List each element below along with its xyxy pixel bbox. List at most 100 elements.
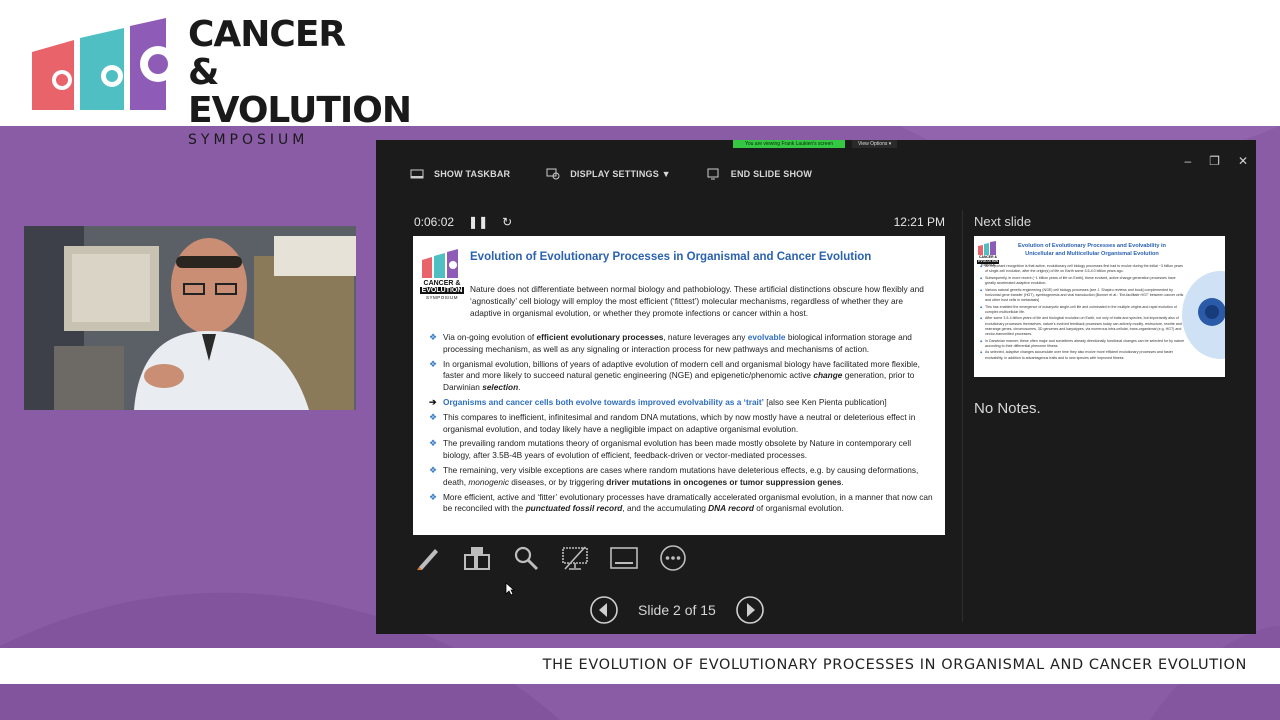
next-slide-label: Next slide: [974, 214, 1032, 229]
elapsed-timer: 0:06:02: [414, 215, 455, 229]
end-slide-show-button[interactable]: END SLIDE SHOW: [707, 168, 812, 180]
chevron-left-icon: [590, 596, 618, 624]
screen-slash-icon: [562, 546, 588, 570]
slide-bullets: ❖ Via on-going evolution of efficient evo…: [429, 332, 937, 518]
symposium-logo-icon: [32, 18, 176, 110]
bullet-text: [also see Ken Pienta publication]: [763, 396, 887, 407]
bullet-diamond-icon: ❖: [429, 332, 438, 342]
bullet-diamond-icon: ❖: [429, 438, 438, 449]
display-settings-icon: [546, 168, 560, 180]
bullet-text: , nature leverages any: [663, 332, 748, 342]
bullet-text: of organismal evolution.: [753, 503, 844, 514]
next-slide-title: Evolution of Evolutionary Processes and …: [1018, 243, 1166, 257]
minimize-icon[interactable]: –: [1184, 154, 1191, 168]
restart-timer-icon[interactable]: ↻: [502, 215, 512, 229]
speaker-webcam: [24, 226, 356, 410]
next-slide-bullet: An important recognition is that active,…: [980, 264, 1185, 274]
bullet-text: .: [841, 476, 844, 487]
chevron-right-icon: [736, 596, 764, 624]
next-slide-bullet: This has enabled the emergence of eukary…: [980, 305, 1185, 315]
timer-row: 0:06:02 ❚❚ ↻: [414, 215, 512, 229]
more-options-button[interactable]: [659, 544, 687, 572]
next-slide-preview[interactable]: CANCER & EVOLUTION SYMPOSIUM Evolution o…: [974, 236, 1225, 377]
slide-bullet-key-point: ➔ Organisms and cancer cells both evolve …: [429, 397, 937, 409]
end-show-icon: [707, 168, 719, 180]
logo-line-2: EVOLUTION: [188, 90, 412, 131]
next-slide-bullet: After some 3.5-4 billion years of life a…: [980, 316, 1185, 337]
cell-illustration-icon: [1182, 271, 1225, 359]
logo-line-1: CANCER &: [188, 14, 346, 93]
talk-title: THE EVOLUTION OF EVOLUTIONARY PROCESSES …: [542, 657, 1247, 673]
mouse-cursor-icon: [505, 582, 515, 596]
black-screen-button[interactable]: [561, 544, 589, 572]
bullet-diamond-icon: ❖: [429, 464, 438, 475]
next-slide-bullets: An important recognition is that active,…: [980, 264, 1185, 362]
next-slide-button[interactable]: [732, 596, 768, 624]
bullet-text-emphasis: DNA record: [708, 503, 754, 514]
slide-logo-wordmark: CANCER & EVOLUTION SYMPOSIUM: [420, 280, 464, 301]
slide-tools: [414, 544, 687, 572]
arrow-right-icon: ➔: [429, 396, 437, 407]
pause-timer-icon[interactable]: ❚❚: [468, 215, 488, 229]
end-slide-show-label: END SLIDE SHOW: [730, 169, 813, 179]
display-settings-button[interactable]: DISPLAY SETTINGS ▼: [546, 168, 671, 180]
bullet-text-bold: efficient evolutionary processes: [536, 332, 664, 342]
slide-title: Evolution of Evolutionary Processes in O…: [470, 251, 872, 263]
show-taskbar-button[interactable]: SHOW TASKBAR: [410, 168, 510, 180]
next-slide-bullet: Various natural genetic engineering (NGE…: [980, 288, 1185, 304]
close-icon[interactable]: ✕: [1238, 154, 1248, 168]
pen-tool-button[interactable]: [414, 544, 442, 572]
slide-logo-line-3: SYMPOSIUM: [425, 295, 458, 300]
view-options-menu[interactable]: View Options ▾: [852, 140, 898, 148]
window-controls: – ❐ ✕: [1184, 154, 1248, 168]
show-taskbar-label: SHOW TASKBAR: [434, 169, 511, 179]
slide-bullet: ❖ More efficient, active and ‘fitter’ evo…: [429, 492, 937, 516]
bullet-text: diseases, or by triggering: [508, 476, 607, 487]
taskbar-icon: [410, 169, 424, 179]
screen-share-banner: You are viewing Frank Laukien's screen: [733, 140, 845, 148]
bullet-diamond-icon: ❖: [429, 358, 438, 369]
bullet-text-emphasis: selection: [482, 382, 519, 393]
pane-divider[interactable]: [962, 210, 963, 622]
bullet-diamond-icon: ❖: [429, 411, 438, 422]
bullet-text-highlight: Organisms and cancer cells both evolve t…: [443, 396, 764, 407]
next-slide-bullet: Subsequently, in more recent (~1 billion…: [980, 276, 1185, 286]
presenter-view-window: You are viewing Frank Laukien's screen V…: [376, 140, 1256, 634]
slide-navigation: Slide 2 of 15: [586, 596, 768, 624]
slide-intro: Nature does not differentiate between no…: [470, 284, 924, 319]
bullet-text-italic: monogenic: [468, 476, 509, 487]
bullet-text-emphasis: change: [813, 370, 843, 381]
pen-icon: [417, 549, 438, 570]
bullet-diamond-icon: ❖: [429, 491, 438, 502]
see-all-slides-button[interactable]: [463, 544, 491, 572]
slide-bullet: ❖ This compares to inefficient, infinites…: [429, 412, 937, 436]
magnifier-icon: [514, 546, 539, 571]
speaker-notes: No Notes.: [974, 400, 1041, 417]
zoom-button[interactable]: [512, 544, 540, 572]
bullet-text: This compares to inefficient, infinitesi…: [443, 411, 916, 434]
presenter-toolbar: SHOW TASKBAR DISPLAY SETTINGS ▼ END SLID…: [410, 168, 812, 180]
bullet-text: Via on-going evolution of: [443, 332, 537, 342]
more-options-icon: [660, 545, 686, 571]
subtitles-button[interactable]: [610, 544, 638, 572]
bullet-text-bold: driver mutations in oncogenes or tumor s…: [606, 476, 842, 487]
speaker-video-icon: [24, 226, 356, 410]
display-settings-label: DISPLAY SETTINGS ▼: [570, 169, 671, 179]
symposium-header: CANCER & EVOLUTION SYMPOSIUM: [0, 0, 1280, 148]
talk-title-bar: THE EVOLUTION OF EVOLUTIONARY PROCESSES …: [0, 648, 1280, 684]
slide-counter: Slide 2 of 15: [638, 602, 716, 618]
slide-logo-line-1: CANCER &: [423, 280, 461, 287]
restore-icon[interactable]: ❐: [1209, 154, 1220, 168]
bullet-text: .: [518, 382, 521, 393]
bullet-text-highlight: evolvable: [747, 332, 786, 342]
current-time: 12:21 PM: [893, 215, 945, 229]
slide-bullet: ❖ The remaining, very visible exceptions …: [429, 465, 937, 489]
bullet-text-emphasis: punctuated fossil record: [525, 503, 623, 514]
slides-grid-icon: [464, 547, 490, 570]
previous-slide-button[interactable]: [586, 596, 622, 624]
bullet-text: , and the accumulating: [622, 503, 709, 514]
slide-bullet: ❖ Via on-going evolution of efficient evo…: [429, 332, 937, 356]
current-slide: CANCER & EVOLUTION SYMPOSIUM Evolution o…: [413, 236, 945, 535]
bullet-text: The prevailing random mutations theory o…: [443, 438, 912, 461]
slide-logo-line-2: EVOLUTION: [420, 287, 464, 294]
